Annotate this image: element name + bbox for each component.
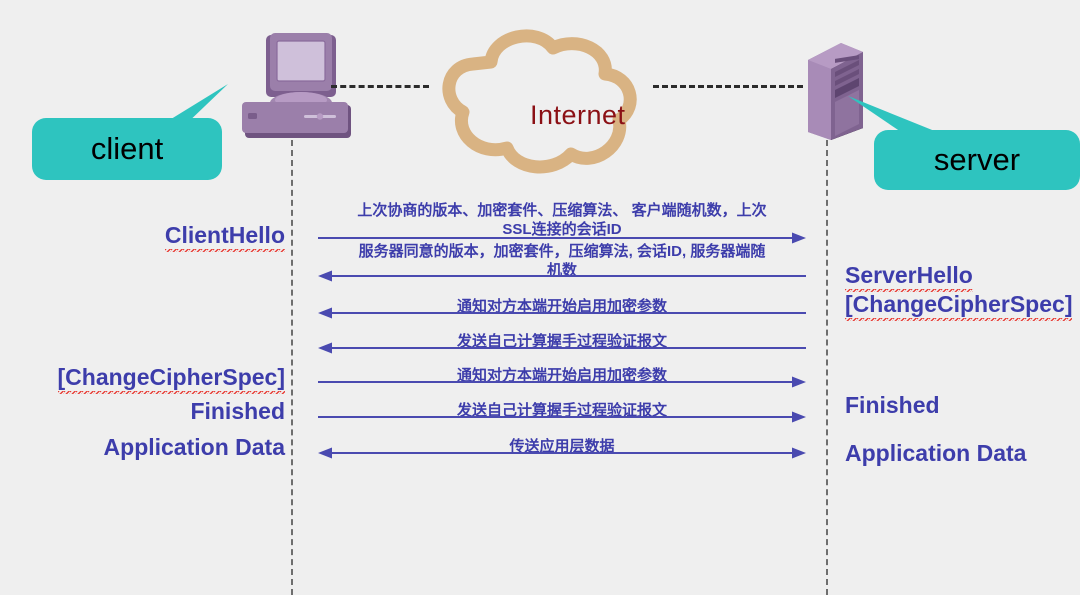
message-row: 发送自己计算握手过程验证报文 [318,396,806,423]
diagram-canvas: Internet client server ClientHello [Chan… [0,0,1080,595]
client-label-changecipherspec: [ChangeCipherSpec] [10,364,285,394]
arrow-both-icon [318,447,806,459]
server-label-serverhello: ServerHello [845,262,973,292]
server-lifeline [826,140,828,595]
server-callout-label: server [874,130,1080,190]
dashed-link-icon [653,85,803,88]
internet-label: Internet [530,100,626,130]
client-label-application-data: Application Data [103,434,285,460]
message-row: 通知对方本端开始启用加密参数 [318,292,806,319]
desktop-computer-icon [242,33,351,138]
server-label-changecipherspec: [ChangeCipherSpec] [845,291,1073,321]
arrow-right-icon [318,411,806,423]
arrow-left-icon [318,342,806,354]
message-row: 服务器同意的版本，加密套件，压缩算法, 会话ID, 服务器端随 机数 [318,243,806,282]
client-callout: client [32,84,228,180]
server-label-application-data: Application Data [845,440,1027,466]
message-row: 传送应用层数据 [318,432,806,459]
client-label-finished: Finished [190,398,285,424]
message-row: 通知对方本端开始启用加密参数 [318,361,806,388]
server-callout: server [848,96,1080,190]
message-row: 发送自己计算握手过程验证报文 [318,327,806,354]
arrow-right-icon [318,376,806,388]
client-label-clienthello: ClientHello [60,222,285,252]
dashed-link-icon [331,85,429,88]
arrow-left-icon [318,270,806,282]
client-callout-label: client [32,118,222,180]
message-row: 上次协商的版本、加密套件、压缩算法、 客户端随机数，上次 SSL连接的会话ID [318,186,806,244]
client-lifeline [291,140,293,595]
server-label-finished: Finished [845,392,940,418]
arrow-left-icon [318,307,806,319]
